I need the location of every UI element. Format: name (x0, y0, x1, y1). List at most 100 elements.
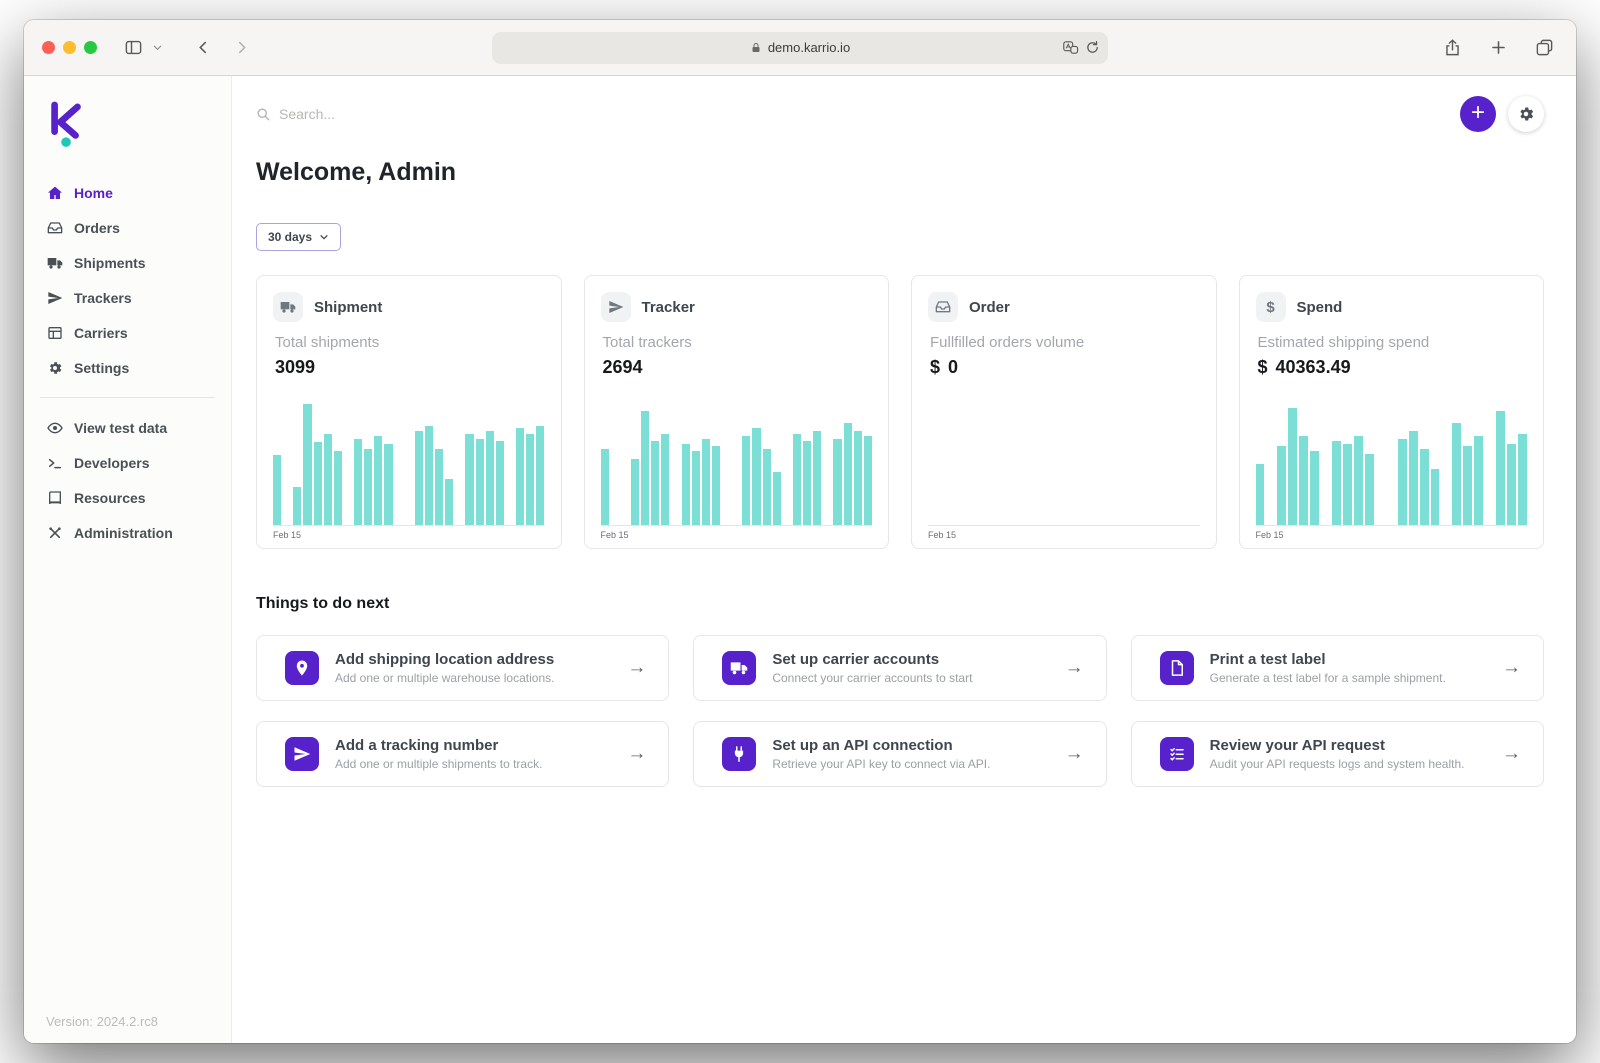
sidebar-item-settings[interactable]: Settings (24, 350, 231, 385)
todo-card-print-test-label[interactable]: Print a test label Generate a test label… (1131, 635, 1544, 701)
chart-bar (1310, 451, 1319, 525)
arrow-right-icon: → (1502, 743, 1521, 765)
page-title: Welcome, Admin (256, 158, 1544, 187)
sidebar-item-developers[interactable]: Developers (24, 445, 231, 480)
todo-card-setup-api-connection[interactable]: Set up an API connection Retrieve your A… (693, 721, 1106, 787)
todo-card-subtitle: Generate a test label for a sample shipm… (1210, 671, 1486, 685)
browser-toolbar: demo.karrio.io (24, 20, 1576, 76)
location-pin-icon (285, 651, 319, 685)
sidebar-item-shipments[interactable]: Shipments (24, 245, 231, 280)
sidebar-item-label: Carriers (74, 325, 128, 341)
sidebar-item-view-test-data[interactable]: View test data (24, 410, 231, 445)
search-input[interactable] (279, 106, 699, 122)
settings-gear-button[interactable] (1508, 96, 1544, 132)
tab-overview-icon[interactable] (1530, 34, 1558, 62)
dollar-icon: $ (930, 357, 940, 378)
chart-bar (1431, 469, 1440, 525)
orders-bar-chart (928, 398, 1200, 526)
chart-bar (303, 404, 311, 525)
chart-bar (465, 434, 473, 525)
chart-bar (1518, 434, 1527, 525)
period-filter-dropdown[interactable]: 30 days (256, 223, 341, 251)
search-bar (256, 106, 1460, 122)
chart-bar (486, 431, 494, 525)
forward-button[interactable] (227, 34, 255, 62)
chart-bar (536, 426, 544, 525)
stat-subtitle: Estimated shipping spend (1258, 334, 1528, 351)
chart-date-label: Feb 15 (1256, 530, 1528, 540)
share-icon[interactable] (1438, 34, 1466, 62)
sidebar-item-trackers[interactable]: Trackers (24, 280, 231, 315)
stat-title: Tracker (642, 299, 695, 316)
chart-bar (702, 439, 710, 525)
chart-bar (631, 459, 639, 525)
chart-bar (476, 439, 484, 525)
chart-bar (864, 436, 872, 525)
chart-bar (273, 455, 281, 525)
chart-bar (803, 441, 811, 525)
translate-icon[interactable] (1062, 39, 1079, 56)
stats-row: Shipment Total shipments 3099 Feb 15 Tra… (256, 275, 1544, 549)
arrow-right-icon: → (1065, 657, 1084, 679)
stat-title: Order (969, 299, 1010, 316)
chart-bar (364, 449, 372, 525)
sidebar-item-label: View test data (74, 420, 167, 436)
file-icon (1160, 651, 1194, 685)
chart-bar (1354, 436, 1363, 525)
chevron-down-icon[interactable] (143, 34, 171, 62)
stat-subtitle: Fullfilled orders volume (930, 334, 1200, 351)
reload-icon[interactable] (1085, 40, 1100, 55)
back-button[interactable] (189, 34, 217, 62)
browser-window: demo.karrio.io (24, 20, 1576, 1043)
todo-card-subtitle: Connect your carrier accounts to start (772, 671, 1048, 685)
close-button[interactable] (42, 41, 55, 54)
new-tab-icon[interactable] (1484, 34, 1512, 62)
todo-card-setup-carrier-accounts[interactable]: Set up carrier accounts Connect your car… (693, 635, 1106, 701)
dollar-icon: $ (1258, 357, 1268, 378)
chart-date-label: Feb 15 (601, 530, 873, 540)
todo-card-subtitle: Add one or multiple warehouse locations. (335, 671, 611, 685)
chart-bar (712, 446, 720, 525)
minimize-button[interactable] (63, 41, 76, 54)
stat-subtitle: Total shipments (275, 334, 545, 351)
create-button[interactable]: + (1460, 96, 1496, 132)
todo-card-add-shipping-location[interactable]: Add shipping location address Add one or… (256, 635, 669, 701)
todo-card-add-tracking-number[interactable]: Add a tracking number Add one or multipl… (256, 721, 669, 787)
chart-bar (415, 431, 423, 525)
url-text: demo.karrio.io (768, 40, 850, 55)
address-bar[interactable]: demo.karrio.io (492, 32, 1108, 64)
sidebar: Home Orders Shipments Trackers (24, 76, 232, 1043)
chart-bar (763, 449, 771, 525)
sidebar-item-orders[interactable]: Orders (24, 210, 231, 245)
version-label: Version: 2024.2.rc8 (46, 1014, 158, 1029)
chart-bar (496, 441, 504, 525)
plug-icon (722, 737, 756, 771)
karrio-logo[interactable] (24, 94, 231, 175)
sidebar-item-carriers[interactable]: Carriers (24, 315, 231, 350)
window-controls (42, 41, 97, 54)
todo-card-subtitle: Audit your API requests logs and system … (1210, 757, 1486, 771)
chart-bar (1474, 436, 1483, 525)
period-filter-value: 30 days (268, 230, 312, 244)
sidebar-item-home[interactable]: Home (24, 175, 231, 210)
chart-bar (1299, 436, 1308, 525)
stat-title: Spend (1297, 299, 1343, 316)
chart-bar (1463, 446, 1472, 525)
chart-bar (651, 441, 659, 525)
todo-card-title: Set up carrier accounts (772, 651, 1048, 668)
chart-bar (334, 451, 342, 525)
chart-bar (1343, 444, 1352, 525)
stat-value: $40363.49 (1258, 357, 1528, 378)
arrow-right-icon: → (1065, 743, 1084, 765)
sidebar-item-resources[interactable]: Resources (24, 480, 231, 515)
chart-bar (314, 442, 322, 525)
chevron-down-icon (319, 232, 329, 242)
chart-bar (1288, 408, 1297, 525)
dollar-icon: $ (1256, 292, 1286, 322)
chart-bar (1398, 439, 1407, 525)
zoom-button[interactable] (84, 41, 97, 54)
section-title-todo: Things to do next (256, 595, 1544, 613)
chart-bar (1507, 444, 1516, 525)
todo-card-review-api-request[interactable]: Review your API request Audit your API r… (1131, 721, 1544, 787)
sidebar-item-administration[interactable]: Administration (24, 515, 231, 550)
